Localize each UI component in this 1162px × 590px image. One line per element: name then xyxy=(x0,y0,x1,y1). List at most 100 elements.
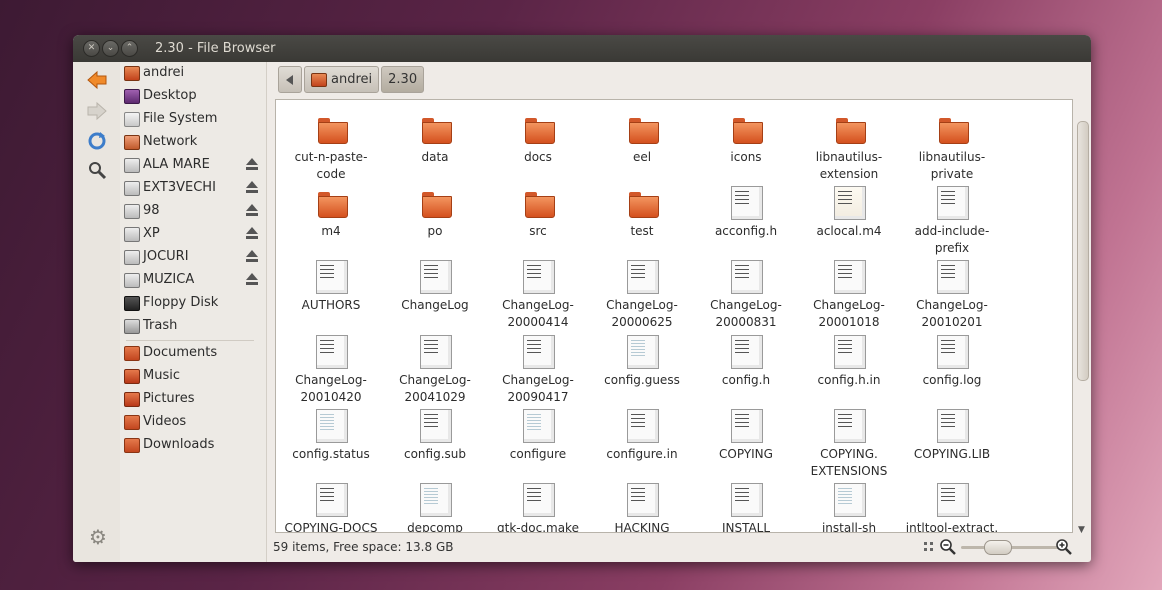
vertical-scrollbar[interactable]: ▼ xyxy=(1076,121,1089,535)
sidebar-item-documents[interactable]: Documents xyxy=(122,343,264,363)
folder-item[interactable]: m4 xyxy=(279,186,383,260)
sidebar-item-muzica[interactable]: MUZICA xyxy=(122,270,264,290)
folder-item[interactable]: test xyxy=(590,186,694,260)
path-left-icon[interactable] xyxy=(278,66,302,93)
file-item[interactable]: depcomp xyxy=(383,483,487,532)
sidebar-item-xp[interactable]: XP xyxy=(122,224,264,244)
file-item[interactable]: COPYING.LIB xyxy=(900,409,1004,483)
pictures-folder-icon xyxy=(124,392,140,407)
file-item[interactable]: ChangeLog- 20041029 xyxy=(383,335,487,409)
folder-item[interactable]: eel xyxy=(590,112,694,186)
file-item[interactable]: gtk-doc.make xyxy=(486,483,590,532)
eject-icon[interactable] xyxy=(245,226,259,242)
scrollbar-thumb[interactable] xyxy=(1077,121,1089,381)
sidebar-item-label: Desktop xyxy=(143,88,197,103)
sidebar-item-ext3vechi[interactable]: EXT3VECHI xyxy=(122,178,264,198)
file-item[interactable]: aclocal.m4 xyxy=(797,186,901,260)
titlebar[interactable]: ✕ ⌄ ⌃ 2.30 - File Browser xyxy=(73,35,1091,62)
file-item[interactable]: config.h.in xyxy=(797,335,901,409)
minimize-icon[interactable]: ⌄ xyxy=(102,40,119,57)
sidebar-item-98[interactable]: 98 xyxy=(122,201,264,221)
eject-icon[interactable] xyxy=(245,180,259,196)
folder-item[interactable]: po xyxy=(383,186,487,260)
file-item[interactable]: install-sh xyxy=(797,483,901,532)
file-item[interactable]: configure.in xyxy=(590,409,694,483)
file-item[interactable]: intltool-extract. xyxy=(900,483,1004,532)
folder-item[interactable]: docs xyxy=(486,112,590,186)
file-item[interactable]: acconfig.h xyxy=(694,186,798,260)
videos-folder-icon xyxy=(124,415,140,430)
sidebar-item-trash[interactable]: Trash xyxy=(122,316,264,336)
file-item[interactable]: configure xyxy=(486,409,590,483)
sidebar-item-downloads[interactable]: Downloads xyxy=(122,435,264,455)
file-item[interactable]: COPYING-DOCS xyxy=(279,483,383,532)
file-item[interactable]: add-include- prefix xyxy=(900,186,1004,260)
file-item[interactable]: ChangeLog- 20000625 xyxy=(590,260,694,334)
eject-icon[interactable] xyxy=(245,249,259,265)
file-item[interactable]: config.guess xyxy=(590,335,694,409)
folder-item[interactable]: libnautilus- private xyxy=(900,112,1004,186)
file-item[interactable]: config.h xyxy=(694,335,798,409)
sidebar-item-andrei[interactable]: andrei xyxy=(122,63,264,83)
eject-icon[interactable] xyxy=(245,157,259,173)
file-item[interactable]: ChangeLog- 20000414 xyxy=(486,260,590,334)
sidebar-item-floppy-disk[interactable]: Floppy Disk xyxy=(122,293,264,313)
file-item[interactable]: config.status xyxy=(279,409,383,483)
close-icon[interactable]: ✕ xyxy=(83,40,100,57)
path-segment-home[interactable]: andrei xyxy=(304,66,380,93)
folder-icon xyxy=(937,112,969,144)
folder-item[interactable]: libnautilus- extension xyxy=(797,112,901,186)
eject-icon[interactable] xyxy=(245,203,259,219)
gear-icon[interactable]: ⚙ xyxy=(87,526,109,548)
folder-item[interactable]: data xyxy=(383,112,487,186)
file-item[interactable]: ChangeLog- 20000831 xyxy=(694,260,798,334)
file-name: m4 xyxy=(321,224,341,238)
file-item[interactable]: COPYING. EXTENSIONS xyxy=(797,409,901,483)
file-item[interactable]: HACKING xyxy=(590,483,694,532)
file-name: icons xyxy=(730,150,762,164)
file-item[interactable]: ChangeLog- 20090417 xyxy=(486,335,590,409)
forward-arrow-icon[interactable] xyxy=(86,100,108,122)
path-segment-current[interactable]: 2.30 xyxy=(381,66,425,93)
maximize-icon[interactable]: ⌃ xyxy=(121,40,138,57)
back-arrow-icon[interactable] xyxy=(86,69,108,91)
sidebar-item-pictures[interactable]: Pictures xyxy=(122,389,264,409)
folder-item[interactable]: icons xyxy=(694,112,798,186)
sidebar-item-ala-mare[interactable]: ALA MARE xyxy=(122,155,264,175)
file-item[interactable]: ChangeLog xyxy=(383,260,487,334)
scroll-down-icon[interactable]: ▼ xyxy=(1078,525,1085,535)
file-item[interactable]: ChangeLog- 20010201 xyxy=(900,260,1004,334)
sidebar-item-file-system[interactable]: File System xyxy=(122,109,264,129)
file-item[interactable]: config.sub xyxy=(383,409,487,483)
sidebar-item-videos[interactable]: Videos xyxy=(122,412,264,432)
sidebar-item-music[interactable]: Music xyxy=(122,366,264,386)
zoom-out-icon[interactable] xyxy=(939,538,957,556)
sidebar-item-desktop[interactable]: Desktop xyxy=(122,86,264,106)
text-file-icon xyxy=(731,335,763,369)
script-file-icon xyxy=(834,483,866,517)
text-file-icon xyxy=(523,483,555,517)
sidebar-item-label: Pictures xyxy=(143,391,195,406)
file-item[interactable]: INSTALL xyxy=(694,483,798,532)
downloads-folder-icon xyxy=(124,438,140,453)
eject-icon[interactable] xyxy=(245,272,259,288)
folder-item[interactable]: cut-n-paste- code xyxy=(279,112,383,186)
file-item[interactable]: ChangeLog- 20001018 xyxy=(797,260,901,334)
folder-item[interactable]: src xyxy=(486,186,590,260)
sidebar-divider xyxy=(126,340,254,341)
zoom-slider-track[interactable] xyxy=(961,546,1065,549)
sidebar-item-network[interactable]: Network xyxy=(122,132,264,152)
file-name: ChangeLog- 20010420 xyxy=(295,373,367,404)
sidebar-item-jocuri[interactable]: JOCURI xyxy=(122,247,264,267)
file-item[interactable]: AUTHORS xyxy=(279,260,383,334)
zoom-slider-knob[interactable] xyxy=(984,540,1013,555)
reload-icon[interactable] xyxy=(86,130,108,152)
file-item[interactable]: config.log xyxy=(900,335,1004,409)
compact-view-icon[interactable] xyxy=(923,541,935,553)
text-file-icon xyxy=(523,260,555,294)
text-file-icon xyxy=(834,260,866,294)
file-item[interactable]: COPYING xyxy=(694,409,798,483)
zoom-in-icon[interactable] xyxy=(1055,538,1073,556)
file-item[interactable]: ChangeLog- 20010420 xyxy=(279,335,383,409)
search-icon[interactable] xyxy=(86,159,108,181)
